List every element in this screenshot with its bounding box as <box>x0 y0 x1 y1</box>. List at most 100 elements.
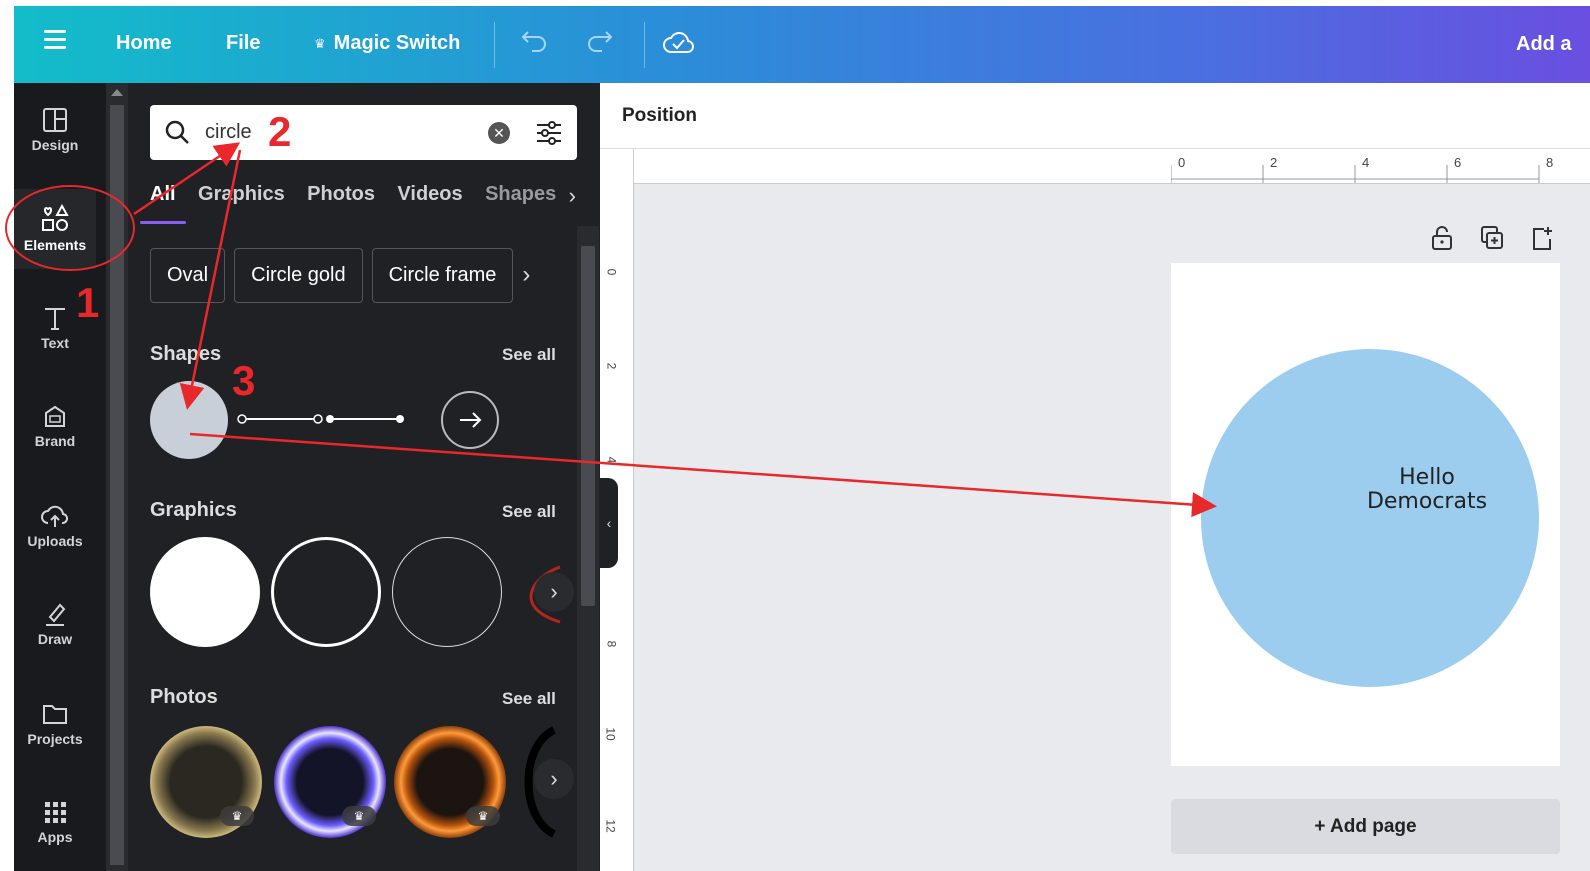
redo-icon[interactable] <box>584 28 614 54</box>
chip-circle-frame[interactable]: Circle frame <box>371 248 514 303</box>
rail-item-elements[interactable]: Elements <box>14 189 96 269</box>
crown-icon: ♛ <box>466 806 500 826</box>
crown-icon: ♛ <box>342 806 376 826</box>
ruler-label: 2 <box>1270 155 1278 170</box>
rail-item-draw[interactable]: Draw <box>14 601 96 647</box>
tab-graphics[interactable]: Graphics <box>198 183 285 206</box>
search-value: circle <box>205 121 252 143</box>
search-icon <box>165 120 189 144</box>
line-shape[interactable] <box>236 413 326 425</box>
undo-icon[interactable] <box>520 28 550 54</box>
tab-videos[interactable]: Videos <box>397 183 462 206</box>
text-icon <box>45 308 65 330</box>
elements-panel: circle ✕ All Graphics Photos Videos Shap… <box>128 83 600 871</box>
hamburger-icon[interactable] <box>44 30 66 49</box>
rail-label: Apps <box>37 829 73 845</box>
chevron-right-icon[interactable]: › <box>569 183 576 209</box>
ruler-label: 8 <box>604 640 619 648</box>
add-button[interactable]: Add a <box>1516 33 1590 56</box>
rail-item-apps[interactable]: Apps <box>14 799 96 845</box>
rail-label: Brand <box>34 433 76 449</box>
rail-label: Elements <box>23 237 87 253</box>
shapes-icon <box>42 203 69 231</box>
rail-scrollbar[interactable] <box>106 83 128 871</box>
chevron-right-icon[interactable]: › <box>522 248 530 301</box>
ruler-label: 8 <box>1546 155 1554 170</box>
arrow-circle-shape[interactable] <box>441 391 499 449</box>
crown-icon: ♛ <box>314 35 326 51</box>
photos-see-all[interactable]: See all <box>502 689 556 709</box>
tab-all[interactable]: All <box>140 183 185 224</box>
ruler-ticks <box>1171 165 1540 183</box>
unlock-icon[interactable] <box>1430 225 1454 251</box>
search-input[interactable]: circle ✕ <box>150 105 577 160</box>
ruler-label: 10 <box>603 727 618 741</box>
rail-label: Uploads <box>27 533 83 549</box>
graphic-white-circle[interactable] <box>150 537 260 647</box>
ruler-label: 0 <box>604 268 619 276</box>
rail-label: Projects <box>27 731 83 747</box>
crown-icon: ♛ <box>220 806 254 826</box>
horizontal-ruler: 0 2 4 6 8 <box>634 149 1590 184</box>
home-menu[interactable]: Home <box>116 32 172 55</box>
canvas-circle[interactable]: Hello Democrats <box>1201 349 1539 687</box>
context-toolbar: Position <box>600 83 1590 149</box>
step-2-label: 2 <box>268 108 292 155</box>
graphics-title: Graphics <box>150 499 237 521</box>
step-3-label: 3 <box>232 357 256 404</box>
rail-label: Design <box>31 137 79 153</box>
circle-shape[interactable] <box>150 381 228 459</box>
duplicate-icon[interactable] <box>1480 225 1504 251</box>
ruler-label: 6 <box>1454 155 1462 170</box>
cloud-check-icon[interactable] <box>662 28 694 56</box>
add-page-icon[interactable] <box>1530 225 1554 251</box>
photos-title: Photos <box>150 686 218 708</box>
position-button[interactable]: Position <box>622 105 697 127</box>
brand-icon <box>45 405 65 427</box>
graphics-see-all[interactable]: See all <box>502 502 556 522</box>
shapes-see-all[interactable]: See all <box>502 345 556 365</box>
ruler-label: 12 <box>603 819 618 833</box>
toolbar-divider <box>644 22 645 68</box>
line-dot-shape[interactable] <box>324 413 406 425</box>
editor-workspace: Position 0 2 4 6 8 0 2 4 6 8 10 12 ‹ Hel… <box>600 83 1590 871</box>
chip-circle-gold[interactable]: Circle gold <box>234 248 363 303</box>
panel-scrollbar[interactable] <box>577 226 599 871</box>
shapes-title: Shapes <box>150 343 222 365</box>
grid-icon <box>45 802 66 823</box>
ruler-label: 0 <box>1178 155 1186 170</box>
ruler-label: 4 <box>1362 155 1370 170</box>
add-page-button[interactable]: + Add page <box>1171 799 1560 854</box>
ruler-label: 2 <box>604 362 619 370</box>
magic-switch-label: Magic Switch <box>333 32 461 54</box>
rail-item-brand[interactable]: Brand <box>14 403 96 449</box>
chevron-right-icon[interactable]: › <box>534 572 574 612</box>
chevron-right-icon[interactable]: › <box>534 759 574 799</box>
top-bar: Home File ♛ Magic Switch Add a <box>14 6 1590 83</box>
step-1-label: 1 <box>76 279 100 326</box>
rail-item-projects[interactable]: Projects <box>14 701 96 747</box>
draw-icon <box>46 603 66 626</box>
rail-item-design[interactable]: Design <box>14 107 96 153</box>
suggestion-chips: Oval Circle gold Circle frame › <box>150 248 570 303</box>
left-rail: Design Elements Text Brand Uploads Draw … <box>14 83 106 871</box>
folder-icon <box>43 705 67 724</box>
canvas-text[interactable]: Hello Democrats <box>1347 466 1507 514</box>
arrow-right-icon <box>460 412 482 428</box>
search-tabs: All Graphics Photos Videos Shapes › <box>140 183 580 224</box>
tab-shapes[interactable]: Shapes <box>485 183 556 206</box>
graphic-ring-thin[interactable] <box>392 537 502 647</box>
file-menu[interactable]: File <box>226 32 260 55</box>
tab-photos[interactable]: Photos <box>307 183 375 206</box>
magic-switch-button[interactable]: ♛ Magic Switch <box>314 32 460 55</box>
design-page[interactable]: Hello Democrats <box>1171 263 1560 766</box>
rail-item-uploads[interactable]: Uploads <box>14 503 96 549</box>
cloud-upload-icon <box>41 505 69 527</box>
chip-oval[interactable]: Oval <box>150 248 226 303</box>
graphic-ring-thick[interactable] <box>271 537 381 647</box>
clear-icon[interactable]: ✕ <box>488 122 510 144</box>
ruler-label: 4 <box>604 456 619 464</box>
filter-icon[interactable] <box>535 119 563 147</box>
collapse-panel-button[interactable]: ‹ <box>600 478 618 568</box>
rail-label: Draw <box>37 631 73 647</box>
